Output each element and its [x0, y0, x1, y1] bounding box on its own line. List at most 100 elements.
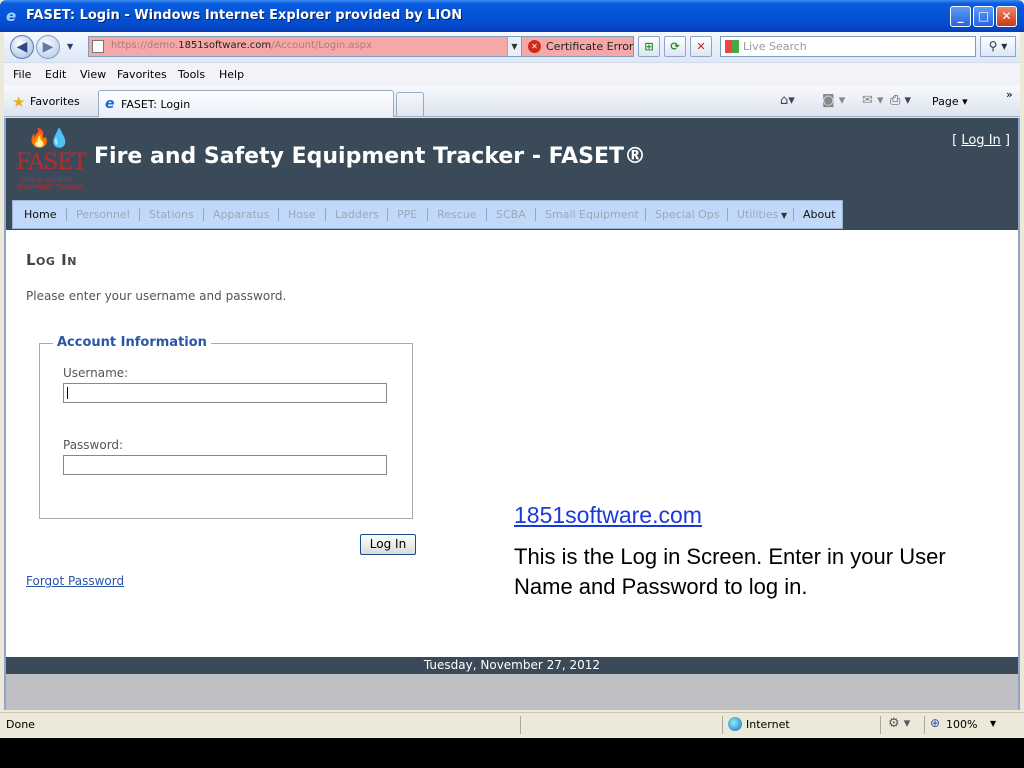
- tab-faset-login[interactable]: e FASET: Login: [98, 90, 394, 117]
- footer-band: [6, 674, 1018, 710]
- history-dropdown-icon[interactable]: ▼: [67, 42, 73, 51]
- forward-button[interactable]: ▶: [36, 35, 60, 59]
- nav-scba[interactable]: SCBA: [496, 208, 526, 221]
- menu-tools[interactable]: Tools: [178, 68, 205, 81]
- page-viewport: 🔥💧 FASET FIRE & SAFETY EQUIPMENT TRACKER…: [4, 118, 1020, 710]
- minimize-button[interactable]: _: [950, 6, 971, 27]
- menu-bar: File Edit View Favorites Tools Help: [4, 62, 1020, 86]
- error-shield-icon: ✕: [528, 40, 541, 53]
- window-title: FASET: Login - Windows Internet Explorer…: [26, 8, 463, 23]
- login-button[interactable]: Log In: [360, 534, 416, 555]
- flame-drop-icon: 🔥💧: [28, 128, 71, 149]
- nav-home[interactable]: Home: [24, 208, 56, 221]
- status-divider: [722, 716, 723, 734]
- promo-text: This is the Log in Screen. Enter in your…: [514, 544, 946, 599]
- url-text: https://demo.1851software.com/Account/Lo…: [111, 40, 373, 51]
- nav-ppe[interactable]: PPE: [397, 208, 417, 221]
- nav-separator: [535, 208, 536, 221]
- promo-website-link[interactable]: 1851software.com: [514, 502, 702, 529]
- logo-subtitle-2: EQUIPMENT TRACKER: [18, 184, 83, 191]
- address-toolbar: ◀ ▶ ▼ https://demo.1851software.com/Acco…: [4, 32, 1020, 62]
- nav-separator: [727, 208, 728, 221]
- nav-separator: [325, 208, 326, 221]
- address-field[interactable]: https://demo.1851software.com/Account/Lo…: [88, 36, 522, 57]
- nav-rescue[interactable]: Rescue: [437, 208, 476, 221]
- nav-separator: [645, 208, 646, 221]
- zoom-dropdown-icon[interactable]: ▼: [990, 719, 996, 728]
- certificate-error-button[interactable]: ✕ Certificate Error: [522, 36, 634, 57]
- nav-personnel[interactable]: Personnel: [76, 208, 130, 221]
- forward-arrow-icon: ▶: [42, 39, 54, 55]
- favorites-star-icon[interactable]: ★: [12, 93, 25, 111]
- ie-logo-icon: e: [6, 7, 17, 25]
- nav-stations[interactable]: Stations: [149, 208, 194, 221]
- login-link-container: [ Log In ]: [952, 133, 1010, 148]
- nav-hose[interactable]: Hose: [288, 208, 316, 221]
- header-login-link[interactable]: Log In: [961, 133, 1000, 148]
- status-divider: [880, 716, 881, 734]
- tab-bar: ★ Favorites e FASET: Login ⌂▾ ◙ ▾ ✉ ▾ ⎙ …: [4, 86, 1020, 117]
- title-bar: e FASET: Login - Windows Internet Explor…: [0, 0, 1024, 32]
- search-button[interactable]: ⚲ ▾: [980, 36, 1016, 57]
- address-dropdown-icon[interactable]: ▼: [507, 37, 521, 56]
- windows-flag-icon: [725, 40, 739, 53]
- refresh-button[interactable]: ⟳: [664, 36, 686, 57]
- menu-edit[interactable]: Edit: [45, 68, 66, 81]
- status-text: Done: [6, 718, 35, 731]
- main-nav: Home Personnel Stations Apparatus Hose L…: [12, 200, 843, 229]
- security-zone[interactable]: Internet: [746, 718, 790, 731]
- nav-separator: [203, 208, 204, 221]
- protected-mode-icon[interactable]: ⚙ ▾: [888, 716, 910, 731]
- chevron-more-icon[interactable]: »: [1006, 88, 1013, 101]
- new-tab-button[interactable]: [396, 92, 424, 116]
- nav-special-ops[interactable]: Special Ops: [655, 208, 720, 221]
- compatibility-view-button[interactable]: ⊞: [638, 36, 660, 57]
- nav-about[interactable]: About: [803, 208, 836, 221]
- favorites-button[interactable]: Favorites: [30, 95, 80, 108]
- menu-help[interactable]: Help: [219, 68, 244, 81]
- account-info-legend: Account Information: [53, 335, 211, 350]
- menu-file[interactable]: File: [13, 68, 31, 81]
- nav-ladders[interactable]: Ladders: [335, 208, 379, 221]
- site-title: Fire and Safety Equipment Tracker - FASE…: [94, 144, 647, 169]
- refresh-icon: ⟳: [670, 40, 680, 53]
- page-icon: [92, 40, 104, 53]
- password-field[interactable]: [63, 455, 387, 475]
- username-field[interactable]: [63, 383, 387, 403]
- certificate-error-label: Certificate Error: [546, 40, 634, 53]
- zoom-level[interactable]: 100%: [946, 718, 977, 731]
- feeds-icon[interactable]: ◙ ▾: [822, 93, 845, 108]
- search-input[interactable]: Live Search: [720, 36, 976, 57]
- forgot-password-link[interactable]: Forgot Password: [26, 574, 124, 588]
- nav-apparatus[interactable]: Apparatus: [213, 208, 270, 221]
- nav-small-equipment[interactable]: Small Equipment: [545, 208, 639, 221]
- logo-subtitle-1: FIRE & SAFETY: [20, 176, 72, 184]
- zoom-icon[interactable]: ⊕: [930, 716, 940, 730]
- menu-favorites[interactable]: Favorites: [117, 68, 167, 81]
- browser-window: e FASET: Login - Windows Internet Explor…: [0, 0, 1024, 738]
- text-caret: [67, 387, 68, 399]
- back-arrow-icon: ◀: [16, 39, 28, 55]
- nav-separator: [139, 208, 140, 221]
- stop-icon: ✕: [696, 40, 706, 53]
- compatibility-icon: ⊞: [644, 40, 654, 53]
- bracket-close: ]: [1004, 133, 1010, 148]
- menu-view[interactable]: View: [80, 68, 106, 81]
- nav-separator: [427, 208, 428, 221]
- back-button[interactable]: ◀: [10, 35, 34, 59]
- nav-separator: [793, 208, 794, 221]
- maximize-button[interactable]: □: [973, 6, 994, 27]
- faset-logo: 🔥💧 FASET FIRE & SAFETY EQUIPMENT TRACKER: [14, 126, 87, 192]
- status-divider: [520, 716, 521, 734]
- nav-utilities[interactable]: Utilities ▼: [737, 208, 787, 221]
- close-button[interactable]: ✕: [996, 6, 1017, 27]
- ie-tab-icon: e: [105, 96, 115, 112]
- footer-date: Tuesday, November 27, 2012: [6, 657, 1018, 674]
- home-icon[interactable]: ⌂▾: [780, 93, 795, 108]
- nav-separator: [486, 208, 487, 221]
- print-icon[interactable]: ⎙ ▾: [890, 93, 911, 108]
- utilities-dropdown-icon: ▼: [778, 211, 788, 220]
- stop-button[interactable]: ✕: [690, 36, 712, 57]
- mail-icon[interactable]: ✉ ▾: [862, 93, 884, 108]
- page-menu-button[interactable]: Page ▾: [932, 95, 968, 108]
